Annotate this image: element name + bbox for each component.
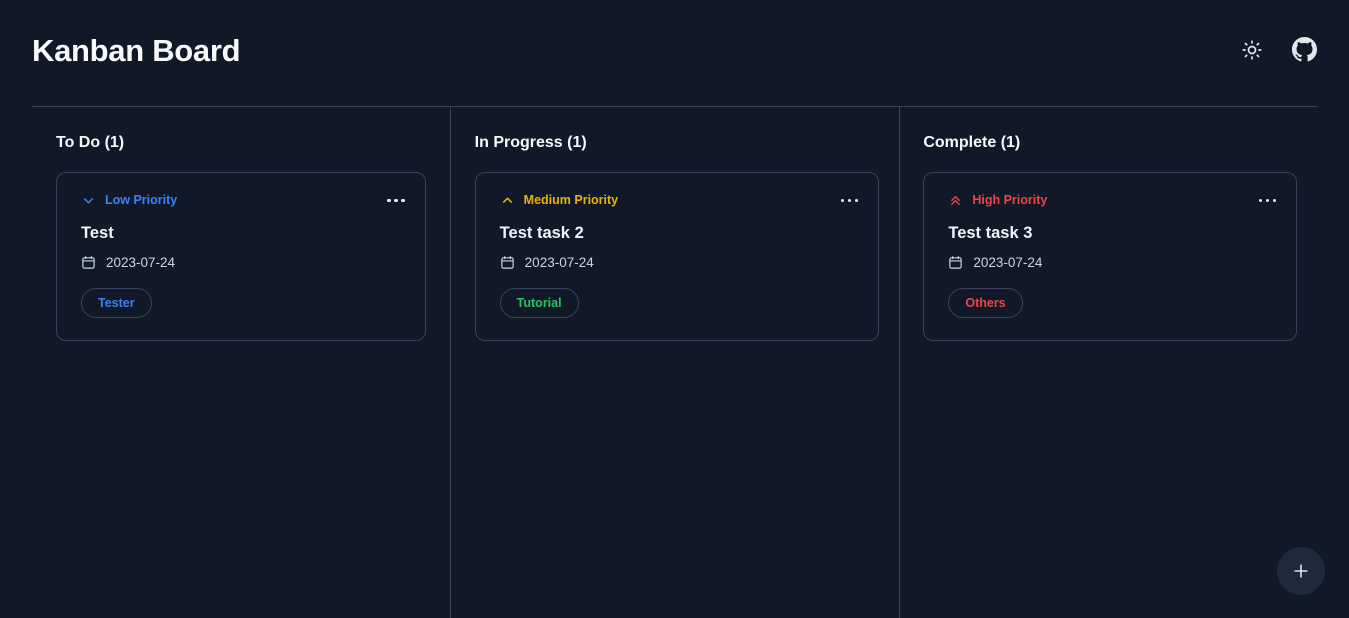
- priority-indicator: Low Priority: [81, 193, 177, 208]
- ellipsis-icon-dot: [401, 198, 405, 203]
- column-title: Complete (1): [923, 134, 1021, 151]
- calendar-icon: [500, 256, 514, 269]
- card-due-date: 2023-07-24: [948, 255, 1278, 270]
- task-card[interactable]: High Priority Test task 3 2023-07-24 Oth…: [923, 172, 1298, 342]
- card-title: Test task 2: [499, 224, 584, 243]
- card-menu-button[interactable]: [385, 195, 407, 207]
- board-column-in-progress[interactable]: In Progress (1) Medium Priority Test tas…: [449, 107, 900, 618]
- card-menu-button[interactable]: [839, 195, 861, 207]
- page-title: Kanban Board: [32, 33, 241, 68]
- task-card[interactable]: Low Priority Test 2023-07-24 Tester: [56, 172, 426, 342]
- card-header: High Priority: [948, 193, 1278, 208]
- card-tag[interactable]: Others: [948, 287, 1023, 319]
- priority-indicator: Medium Priority: [500, 193, 618, 208]
- app-header: Kanban Board: [0, 0, 1349, 107]
- priority-indicator: High Priority: [948, 193, 1047, 208]
- ellipsis-icon-dot: [1272, 198, 1277, 203]
- plus-icon: [1294, 564, 1308, 578]
- priority-label: High Priority: [972, 193, 1048, 208]
- column-title: To Do (1): [56, 134, 125, 151]
- ellipsis-icon-dot: [854, 198, 859, 203]
- card-tag[interactable]: Tutorial: [499, 287, 579, 319]
- github-link-button[interactable]: [1291, 37, 1317, 63]
- card-title: Test: [81, 224, 114, 243]
- calendar-icon: [82, 256, 95, 269]
- sun-icon: [1242, 39, 1262, 60]
- due-date-text: 2023-07-24: [973, 254, 1043, 270]
- task-card[interactable]: Medium Priority Test task 2 2023-07-24 T…: [474, 172, 880, 342]
- double-chevron-up-icon: [951, 196, 961, 206]
- ellipsis-icon-dot: [1265, 198, 1270, 203]
- ellipsis-icon-dot: [1258, 198, 1263, 203]
- card-menu-button[interactable]: [1257, 195, 1279, 207]
- card-header: Medium Priority: [500, 193, 861, 208]
- github-icon: [1291, 37, 1317, 62]
- chevron-up-icon: [502, 197, 512, 203]
- ellipsis-icon-dot: [387, 198, 391, 203]
- board-column-todo[interactable]: To Do (1) Low Priority Test 2023-07-24 T…: [0, 107, 450, 618]
- theme-toggle-button[interactable]: [1239, 37, 1265, 63]
- chevron-down-icon: [84, 198, 93, 204]
- card-tag[interactable]: Tester: [81, 287, 152, 319]
- priority-label: Medium Priority: [523, 193, 619, 208]
- ellipsis-icon-dot: [847, 198, 852, 203]
- priority-label: Low Priority: [105, 193, 178, 208]
- card-header: Low Priority: [81, 193, 407, 208]
- due-date-text: 2023-07-24: [524, 254, 594, 270]
- card-title: Test task 3: [948, 224, 1033, 243]
- add-task-button[interactable]: [1277, 547, 1325, 595]
- board-column-complete[interactable]: Complete (1) High Priority Test task 3 2…: [899, 107, 1349, 618]
- card-due-date: 2023-07-24: [81, 255, 407, 270]
- kanban-board: To Do (1) Low Priority Test 2023-07-24 T…: [0, 107, 1349, 618]
- column-title: In Progress (1): [474, 134, 587, 151]
- calendar-icon: [949, 256, 963, 269]
- card-due-date: 2023-07-24: [500, 255, 861, 270]
- ellipsis-icon-dot: [840, 198, 845, 203]
- due-date-text: 2023-07-24: [106, 254, 176, 270]
- ellipsis-icon-dot: [394, 198, 398, 203]
- header-actions: [1239, 37, 1317, 71]
